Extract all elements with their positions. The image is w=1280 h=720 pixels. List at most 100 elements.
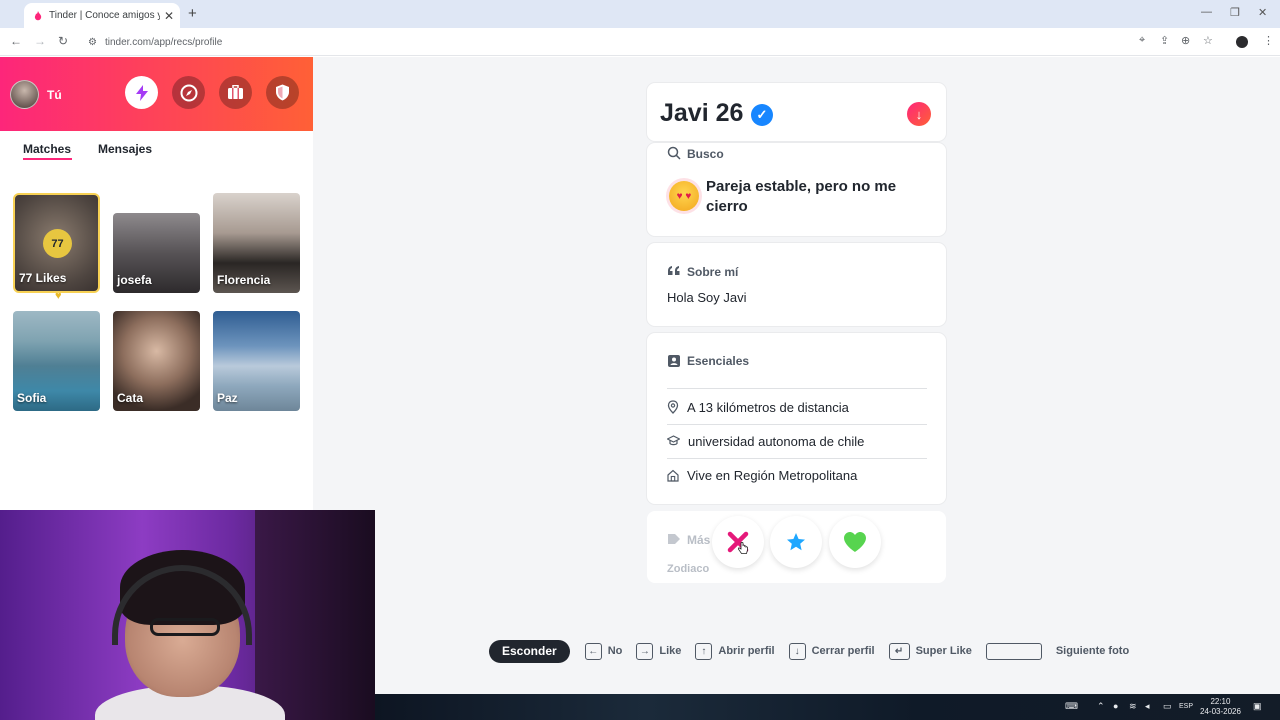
- space-key-icon: [985, 642, 1042, 660]
- hint-open-profile-label: Abrir perfil: [718, 645, 775, 657]
- tinder-flame-icon: [34, 10, 42, 20]
- webcam-background: [255, 510, 375, 720]
- match-card[interactable]: josefa: [113, 213, 200, 293]
- language-indicator[interactable]: ESP: [1179, 703, 1193, 710]
- heart-icon: [844, 532, 866, 552]
- arrow-up-key-icon: ↑: [695, 642, 713, 660]
- install-icon[interactable]: ⇪: [1160, 34, 1169, 47]
- looking-for-value: Pareja estable, pero no me cierro: [706, 178, 897, 215]
- essential-row: universidad autonoma de chile: [667, 424, 927, 458]
- zoom-icon[interactable]: ⊕: [1181, 34, 1190, 47]
- boost-button[interactable]: [125, 76, 158, 109]
- hint-super-like: ↵ Super Like: [888, 642, 972, 660]
- menu-kebab-icon[interactable]: ⋮: [1263, 34, 1274, 47]
- speaker-icon[interactable]: ◂: [1145, 701, 1150, 712]
- super-like-button[interactable]: [770, 516, 822, 568]
- home-icon: [667, 469, 679, 482]
- match-name: Sofia: [17, 391, 47, 405]
- search-icon: [667, 146, 681, 160]
- lightning-icon: [135, 84, 148, 101]
- chevron-up-icon[interactable]: ⌃: [1097, 701, 1105, 712]
- like-button[interactable]: [829, 516, 881, 568]
- essentials-label: Esenciales: [687, 354, 750, 368]
- avatar[interactable]: [10, 80, 39, 109]
- reload-icon[interactable]: ↻: [58, 34, 68, 48]
- tag-icon: [668, 534, 680, 544]
- match-card[interactable]: Sofia: [13, 311, 100, 411]
- more-label: Más: [687, 533, 711, 547]
- about-label: Sobre mí: [687, 265, 739, 279]
- os-taskbar: ⌨ ⌃ ● ≋ ◂ ▭ ESP ▣: [375, 694, 1280, 720]
- keyboard-hints-bar: Esconder ← No → Like ↑ Abrir perfil ↓ Cerrar…: [489, 639, 1143, 663]
- close-tab-icon[interactable]: ✕: [164, 9, 174, 23]
- education-text: universidad autonoma de chile: [688, 433, 865, 449]
- close-profile-button[interactable]: ↓: [907, 102, 931, 126]
- likes-card[interactable]: 77 77 Likes: [13, 193, 100, 293]
- divider: [667, 388, 927, 389]
- shield-icon: [276, 84, 289, 101]
- match-name: Florencia: [217, 273, 271, 287]
- keyboard-icon[interactable]: ⌨: [1065, 701, 1078, 712]
- likes-label: 77 Likes: [19, 271, 67, 285]
- explore-button[interactable]: [172, 76, 205, 109]
- profile-icon[interactable]: [1236, 36, 1248, 48]
- hint-next-photo: Siguiente foto: [985, 642, 1130, 660]
- gold-heart-icon: ♥: [55, 290, 62, 302]
- safety-button[interactable]: [266, 76, 299, 109]
- star-icon: [787, 533, 805, 551]
- hint-open-profile: ↑ Abrir perfil: [695, 642, 775, 660]
- sidebar-tabs: Matches Mensajes: [0, 131, 313, 171]
- microphone-icon[interactable]: ●: [1113, 701, 1118, 711]
- residence-text: Vive en Región Metropolitana: [687, 467, 858, 483]
- essential-row: A 13 kilómetros de distancia: [667, 390, 927, 424]
- arrow-right-key-icon: →: [636, 642, 654, 660]
- work-button[interactable]: [219, 76, 252, 109]
- hint-no: ← No: [584, 642, 623, 660]
- bookmark-star-icon[interactable]: ☆: [1203, 34, 1213, 47]
- wifi-icon[interactable]: ≋: [1129, 701, 1137, 712]
- back-icon[interactable]: ←: [10, 34, 22, 48]
- address-bar[interactable]: ⚙ tinder.com/app/recs/profile: [78, 31, 1218, 53]
- clock-date: 24-03-2026: [1200, 707, 1241, 716]
- match-card[interactable]: Paz: [213, 311, 300, 411]
- minimize-icon[interactable]: —: [1201, 6, 1212, 18]
- webcam-glasses: [150, 618, 220, 636]
- likes-count-badge: 77: [43, 229, 72, 258]
- clock-time: 22:10: [1210, 697, 1231, 706]
- location-pin-icon: [667, 400, 679, 414]
- match-card[interactable]: Florencia: [213, 193, 300, 293]
- tab-matches[interactable]: Matches: [23, 142, 71, 156]
- enter-key-icon: ↵: [888, 642, 910, 660]
- browser-tab[interactable]: Tinder | Conoce amigos y gente ✕: [24, 3, 180, 28]
- arrow-left-key-icon: ←: [584, 642, 602, 660]
- close-window-icon[interactable]: ✕: [1258, 6, 1267, 19]
- hide-hints-button[interactable]: Esconder: [489, 639, 570, 663]
- quote-icon: [668, 266, 680, 275]
- notifications-icon[interactable]: ▣: [1253, 701, 1262, 712]
- tab-messages[interactable]: Mensajes: [98, 142, 152, 156]
- restore-icon[interactable]: ❐: [1230, 6, 1240, 19]
- hint-next-photo-label: Siguiente foto: [1055, 645, 1130, 657]
- match-card[interactable]: Cata: [113, 311, 200, 411]
- contact-card-icon: [668, 355, 680, 367]
- briefcase-icon: [228, 85, 243, 99]
- hint-super-like-label: Super Like: [915, 645, 972, 657]
- new-tab-icon[interactable]: +: [188, 5, 197, 22]
- profile-header-card: Javi 26 ✓ ↓: [647, 83, 946, 141]
- my-profile-label[interactable]: Tú: [47, 88, 62, 102]
- site-info-icon[interactable]: ⚙: [88, 37, 97, 48]
- compass-icon: [180, 84, 197, 101]
- nope-button[interactable]: [712, 516, 764, 568]
- hint-no-label: No: [607, 645, 623, 657]
- browser-toolbar: ← → ↻ ⚙ tinder.com/app/recs/profile ⌖ ⇪ …: [0, 28, 1280, 56]
- location-icon[interactable]: ⌖: [1139, 34, 1145, 47]
- hint-like: → Like: [636, 642, 681, 660]
- arrow-down-key-icon: ↓: [788, 642, 806, 660]
- taskbar-clock[interactable]: 22:10 24-03-2026: [1200, 697, 1241, 717]
- url-text: tinder.com/app/recs/profile: [104, 36, 223, 48]
- browser-tab-title: Tinder | Conoce amigos y gente: [49, 10, 160, 21]
- verified-badge-icon: ✓: [751, 104, 773, 126]
- about-text: Hola Soy Javi: [667, 290, 747, 305]
- forward-icon[interactable]: →: [34, 34, 46, 48]
- battery-icon[interactable]: ▭: [1163, 701, 1172, 712]
